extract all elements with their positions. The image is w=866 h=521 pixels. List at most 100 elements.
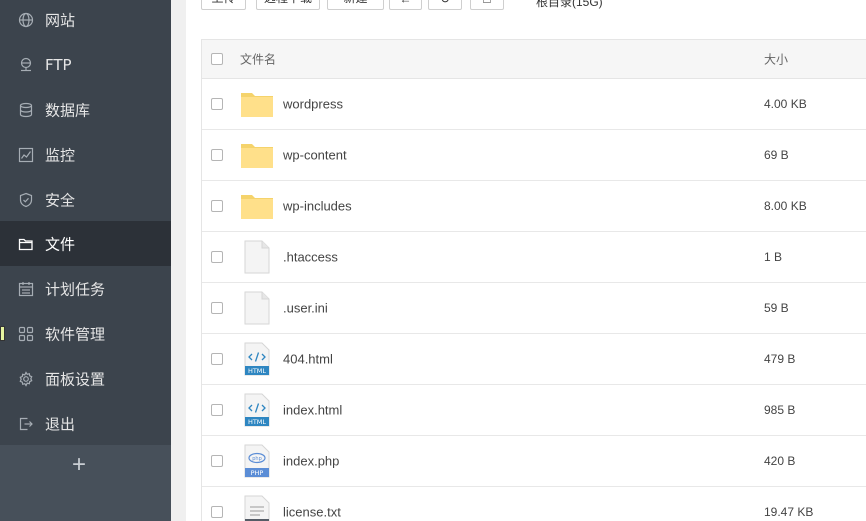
cursor-marker: [0, 326, 5, 341]
sidebar-item-security[interactable]: 安全: [0, 177, 171, 222]
row-checkbox[interactable]: [211, 506, 223, 518]
calendar-icon: [18, 281, 34, 297]
svg-text:HTML: HTML: [248, 367, 266, 375]
table-body: wordpress 4.00 KB wp-content 69 B wp-include…: [202, 79, 866, 521]
logout-icon: [18, 416, 34, 432]
file-name[interactable]: index.html: [283, 403, 342, 418]
sidebar-item-monitor[interactable]: 监控: [0, 132, 171, 177]
remote-download-button[interactable]: 远程下载: [256, 0, 320, 10]
svg-text:HTML: HTML: [248, 418, 266, 426]
sidebar-item-database[interactable]: 数据库: [0, 87, 171, 132]
file-size: 19.47 KB: [764, 505, 814, 519]
row-checkbox[interactable]: [211, 302, 223, 314]
sidebar-item-logout[interactable]: 退出: [0, 401, 171, 446]
folder-icon: [240, 189, 274, 223]
folder-icon: [240, 138, 274, 172]
file-name[interactable]: wp-content: [283, 148, 347, 163]
shield-icon: [18, 192, 34, 208]
file-table: 文件名 大小 wordpress 4.00 KB wp-content 69 Bwp-…: [201, 39, 866, 521]
file-size: 69 B: [764, 148, 789, 162]
path-label: 根目录(15G): [536, 0, 603, 9]
php-file-icon: php PHP: [240, 444, 274, 478]
file-name[interactable]: .user.ini: [283, 301, 328, 316]
html-file-icon: HTML: [240, 393, 274, 427]
sidebar-item-website[interactable]: 网站: [0, 0, 171, 42]
sidebar-item-label: FTP: [45, 55, 72, 74]
file-size: 59 B: [764, 301, 789, 315]
row-checkbox[interactable]: [211, 98, 223, 110]
table-row[interactable]: .user.ini 59 B: [202, 283, 866, 334]
new-button[interactable]: 新建: [327, 0, 384, 10]
grid-icon: [18, 326, 34, 342]
sidebar-item-label: 退出: [45, 415, 76, 433]
file-name[interactable]: index.php: [283, 454, 339, 469]
file-name[interactable]: wordpress: [283, 97, 343, 112]
file-name[interactable]: 404.html: [283, 352, 333, 367]
sidebar-item-software[interactable]: 软件管理: [0, 311, 171, 356]
home-button[interactable]: □: [470, 0, 504, 10]
sidebar-item-panel-settings[interactable]: 面板设置: [0, 356, 171, 401]
back-arrow-icon: ←: [400, 0, 412, 6]
svg-text:PHP: PHP: [251, 469, 264, 477]
add-button[interactable]: +: [70, 453, 88, 477]
back-button[interactable]: ←: [389, 0, 422, 10]
file-size: 1 B: [764, 250, 783, 264]
file-panel: 上传 远程下载 新建 ← ↻ □ 根目录(15G) 文件名 大小 wordpre…: [186, 0, 866, 521]
file-icon: [240, 240, 274, 274]
sidebar-item-label: 计划任务: [45, 280, 106, 298]
file-size: 479 B: [764, 352, 796, 366]
row-checkbox[interactable]: [211, 251, 223, 263]
table-row[interactable]: php PHP index.php 420 B: [202, 436, 866, 487]
file-icon: [240, 291, 274, 325]
file-name[interactable]: .htaccess: [283, 250, 338, 265]
sidebar-item-label: 数据库: [45, 101, 91, 119]
file-size: 8.00 KB: [764, 199, 807, 213]
column-header-name[interactable]: 文件名: [240, 51, 276, 68]
gear-icon: [18, 370, 34, 387]
sidebar-item-label: 监控: [45, 146, 76, 164]
table-row[interactable]: .htaccess 1 B: [202, 232, 866, 283]
row-checkbox[interactable]: [211, 149, 223, 161]
upload-button[interactable]: 上传: [201, 0, 246, 10]
select-all-checkbox[interactable]: [211, 53, 223, 65]
row-checkbox[interactable]: [211, 404, 223, 416]
row-checkbox[interactable]: [211, 455, 223, 467]
sidebar-item-label: 网站: [45, 11, 76, 29]
database-icon: [18, 102, 34, 118]
main-content: 上传 远程下载 新建 ← ↻ □ 根目录(15G) 文件名 大小 wordpre…: [171, 0, 866, 521]
sidebar-item-label: 软件管理: [45, 325, 106, 343]
column-header-size[interactable]: 大小: [764, 51, 788, 68]
table-row[interactable]: TXT license.txt 19.47 KB: [202, 487, 866, 521]
table-row[interactable]: HTML 404.html 479 B: [202, 334, 866, 385]
file-name[interactable]: license.txt: [283, 505, 341, 520]
row-checkbox[interactable]: [211, 200, 223, 212]
refresh-button[interactable]: ↻: [428, 0, 462, 10]
file-name[interactable]: wp-includes: [283, 199, 352, 214]
sidebar-item-ftp[interactable]: FTP: [0, 42, 171, 87]
table-row[interactable]: HTML index.html 985 B: [202, 385, 866, 436]
folder-icon: [240, 87, 274, 121]
file-size: 420 B: [764, 454, 796, 468]
sidebar: 网站 FTP 数据库 监控 安全 文件 计划任务 软件管理 面板设置 退出 +: [0, 0, 171, 521]
ftp-icon: [18, 57, 34, 73]
file-size: 985 B: [764, 403, 796, 417]
table-row[interactable]: wp-content 69 B: [202, 130, 866, 181]
sidebar-item-files[interactable]: 文件: [0, 221, 171, 266]
monitor-icon: [18, 147, 34, 163]
globe-icon: [18, 12, 34, 28]
sidebar-item-label: 安全: [45, 191, 76, 209]
html-file-icon: HTML: [240, 342, 274, 376]
folder-icon: [18, 236, 34, 252]
refresh-icon: ↻: [440, 0, 450, 6]
sidebar-item-label: 文件: [45, 235, 76, 253]
text-file-icon: TXT: [240, 495, 274, 521]
home-icon: □: [483, 0, 490, 6]
table-row[interactable]: wp-includes 8.00 KB: [202, 181, 866, 232]
row-checkbox[interactable]: [211, 353, 223, 365]
file-size: 4.00 KB: [764, 97, 807, 111]
svg-text:php: php: [252, 456, 262, 462]
table-row[interactable]: wordpress 4.00 KB: [202, 79, 866, 130]
sidebar-item-label: 面板设置: [45, 370, 106, 388]
sidebar-item-cron[interactable]: 计划任务: [0, 266, 171, 311]
table-header: 文件名 大小: [202, 40, 866, 79]
